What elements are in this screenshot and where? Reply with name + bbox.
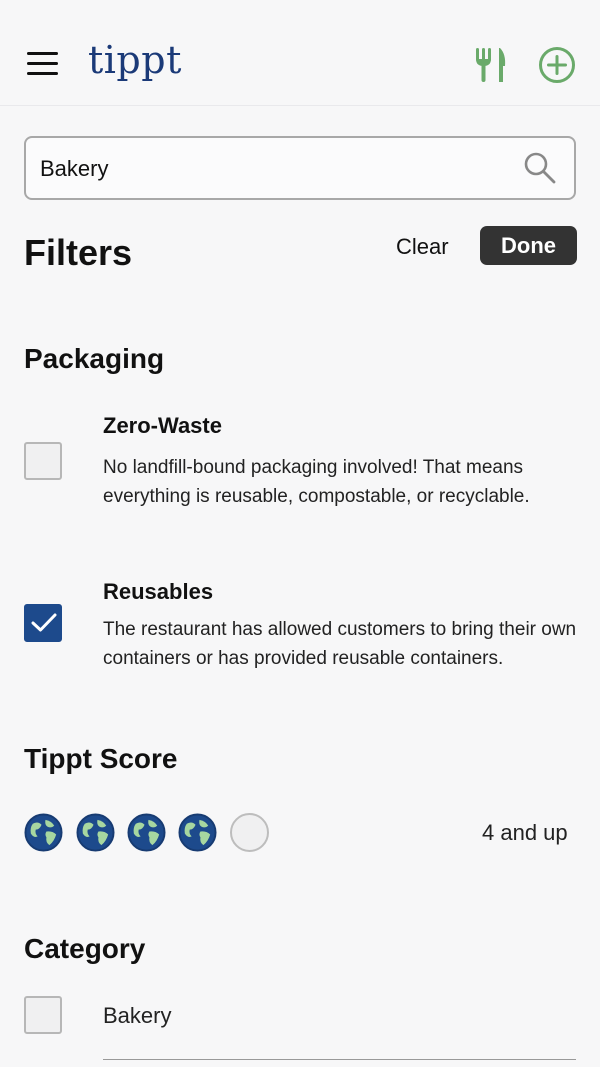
top-bar: tippt — [0, 0, 600, 106]
done-button[interactable]: Done — [480, 226, 577, 265]
hamburger-menu-icon[interactable] — [27, 52, 58, 76]
fork-knife-icon[interactable] — [474, 46, 508, 84]
checkmark-icon — [31, 613, 57, 632]
zero-waste-label: Zero-Waste — [103, 413, 222, 438]
empty-rating-icon[interactable] — [230, 813, 269, 852]
globe-icon[interactable] — [178, 813, 217, 852]
globe-icon[interactable] — [24, 813, 63, 852]
divider — [103, 1059, 576, 1060]
globe-icon[interactable] — [76, 813, 115, 852]
reusables-checkbox[interactable] — [24, 604, 62, 642]
score-summary: 4 and up — [482, 820, 568, 845]
app-logo[interactable]: tippt — [88, 38, 182, 82]
reusables-label: Reusables — [103, 579, 214, 604]
search-input[interactable] — [40, 150, 510, 188]
packaging-section-title: Packaging — [24, 343, 165, 374]
filters-title: Filters — [24, 232, 133, 273]
clear-button[interactable]: Clear — [396, 234, 449, 260]
globe-icon[interactable] — [127, 813, 166, 852]
search-bar — [24, 136, 576, 200]
reusables-description: The restaurant has allowed customers to … — [103, 619, 577, 669]
category-section-title: Category — [24, 933, 146, 964]
tippt-score-section-title: Tippt Score — [24, 743, 178, 774]
search-icon[interactable] — [522, 150, 558, 186]
add-circle-icon[interactable] — [538, 46, 576, 84]
bakery-label: Bakery — [103, 1003, 172, 1028]
zero-waste-checkbox[interactable] — [24, 442, 62, 480]
bakery-checkbox[interactable] — [24, 996, 62, 1034]
zero-waste-description: No landfill-bound packaging involved! Th… — [103, 457, 530, 507]
